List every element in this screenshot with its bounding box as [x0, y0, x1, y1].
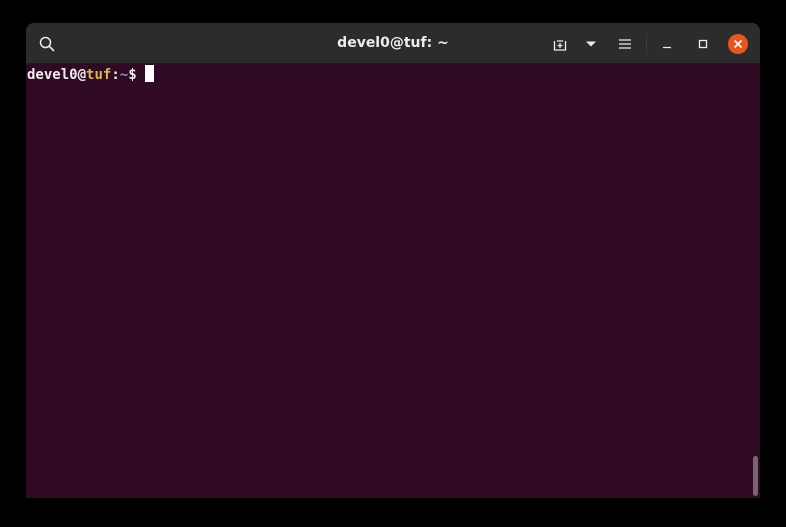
chevron-down-icon: [585, 40, 597, 48]
prompt-path: ~: [119, 67, 129, 83]
close-button-circle: [728, 34, 748, 54]
search-icon: [39, 36, 55, 52]
tab-dropdown-button[interactable]: [577, 30, 605, 58]
prompt-line: devel0@tuf:~$: [27, 65, 155, 84]
prompt-at: @: [77, 67, 87, 83]
prompt-symbol: $: [128, 67, 146, 83]
close-button[interactable]: [724, 30, 752, 58]
menu-button[interactable]: [611, 30, 639, 58]
minimize-icon: [662, 39, 672, 49]
prompt-user: devel0: [27, 67, 78, 83]
minimize-button[interactable]: [653, 30, 681, 58]
new-tab-button[interactable]: [546, 30, 574, 58]
new-tab-icon: [552, 36, 568, 52]
maximize-button[interactable]: [689, 30, 717, 58]
text-cursor: [145, 65, 155, 82]
search-button[interactable]: [33, 30, 61, 58]
titlebar[interactable]: devel0@tuf: ~: [26, 23, 760, 64]
prompt-colon: :: [111, 67, 120, 83]
maximize-icon: [698, 39, 708, 49]
terminal-area[interactable]: devel0@tuf:~$: [26, 64, 760, 498]
hamburger-menu-icon: [619, 39, 631, 49]
scrollbar-thumb[interactable]: [753, 456, 758, 496]
window-title: devel0@tuf: ~: [337, 35, 449, 51]
prompt-host: tuf: [86, 67, 112, 83]
close-icon: [733, 39, 743, 49]
titlebar-separator: [646, 34, 647, 54]
terminal-window: devel0@tuf: ~ devel0@tuf:~$: [26, 23, 760, 498]
